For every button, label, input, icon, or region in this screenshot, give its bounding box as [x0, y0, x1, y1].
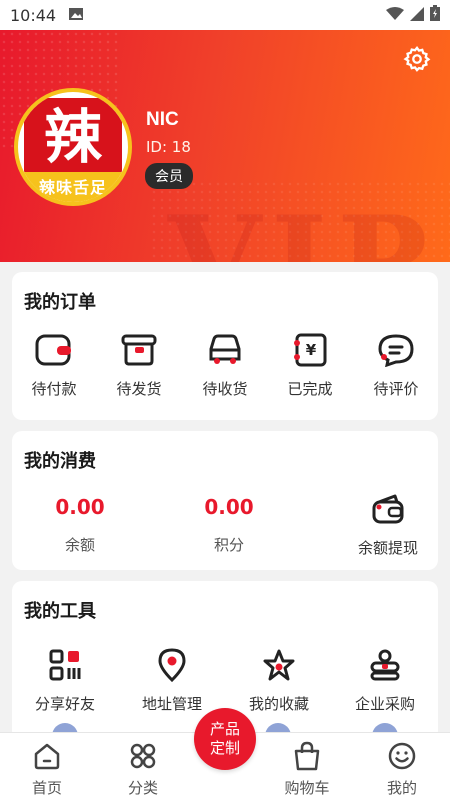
gear-icon	[403, 46, 431, 72]
battery-icon	[430, 5, 440, 25]
member-badge: 会员	[145, 163, 193, 189]
balance-value[interactable]: 0.00	[20, 495, 140, 519]
tab-mine[interactable]: 我的	[367, 741, 437, 798]
order-pending-payment[interactable]: 待付款	[24, 330, 84, 399]
wifi-icon	[386, 6, 404, 25]
order-pending-ship[interactable]: 待发货	[109, 330, 169, 399]
avatar[interactable]: 辣 辣味舌足	[14, 88, 132, 206]
truck-icon	[205, 330, 245, 370]
balance-label: 余额	[64, 536, 95, 554]
wallet-icon	[34, 330, 74, 370]
avatar-logo-char: 辣	[43, 103, 102, 171]
qr-share-icon	[45, 645, 85, 685]
shopping-bag-icon	[272, 741, 342, 771]
tool-address-management[interactable]: 地址管理	[132, 645, 212, 714]
points-value[interactable]: 0.00	[169, 495, 289, 519]
withdraw-button[interactable]: 余额提现	[348, 489, 428, 558]
fab-label-line1: 产品	[209, 720, 240, 738]
status-bar: 10:44	[0, 0, 450, 30]
tab-home[interactable]: 首页	[12, 741, 82, 798]
settings-button[interactable]	[402, 44, 432, 74]
smiley-face-icon	[367, 741, 437, 771]
enterprise-icon	[365, 645, 405, 685]
username: NIC	[146, 109, 179, 130]
product-customization-button[interactable]: 产品 定制	[194, 708, 256, 770]
signal-icon	[410, 6, 424, 25]
chat-icon	[376, 330, 416, 370]
order-pending-review[interactable]: 待评价	[366, 330, 426, 399]
avatar-slogan: 辣味舌足	[38, 178, 107, 197]
points-label: 积分	[213, 536, 244, 554]
tool-share-friends[interactable]: 分享好友	[25, 645, 105, 714]
avatar-logo: 辣 辣味舌足	[18, 92, 128, 202]
fab-label-line2: 定制	[209, 739, 240, 757]
consumption-card: 我的消费 0.00 余额 0.00 积分 余额提现	[12, 431, 438, 570]
box-icon	[119, 330, 159, 370]
image-notification-icon	[68, 6, 84, 25]
orders-title: 我的订单	[24, 292, 96, 313]
order-pending-receive[interactable]: 待收货	[195, 330, 255, 399]
tab-category[interactable]: 分类	[108, 741, 178, 798]
profile-header: VIP 辣 辣味舌足 NIC ID: 18 会员	[0, 30, 450, 262]
svg-text:¥: ¥	[306, 341, 317, 359]
location-pin-icon	[152, 645, 192, 685]
order-completed[interactable]: ¥ 已完成	[280, 330, 340, 399]
orders-card: 我的订单 待付款 待发货 待收货 ¥ 已完成 待评价	[12, 272, 438, 420]
header-watermark: VIP	[168, 190, 438, 262]
category-grid-icon	[108, 741, 178, 771]
wallet-withdraw-icon	[368, 489, 408, 529]
tab-cart[interactable]: 购物车	[272, 741, 342, 798]
tools-title: 我的工具	[24, 601, 96, 622]
status-time: 10:44	[10, 5, 57, 25]
receipt-icon: ¥	[290, 330, 330, 370]
tool-enterprise-purchase[interactable]: 企业采购	[345, 645, 425, 714]
consumption-title: 我的消费	[24, 451, 96, 472]
tool-my-favorites[interactable]: 我的收藏	[239, 645, 319, 714]
star-icon	[259, 645, 299, 685]
home-icon	[12, 741, 82, 771]
user-id: ID: 18	[146, 138, 191, 156]
